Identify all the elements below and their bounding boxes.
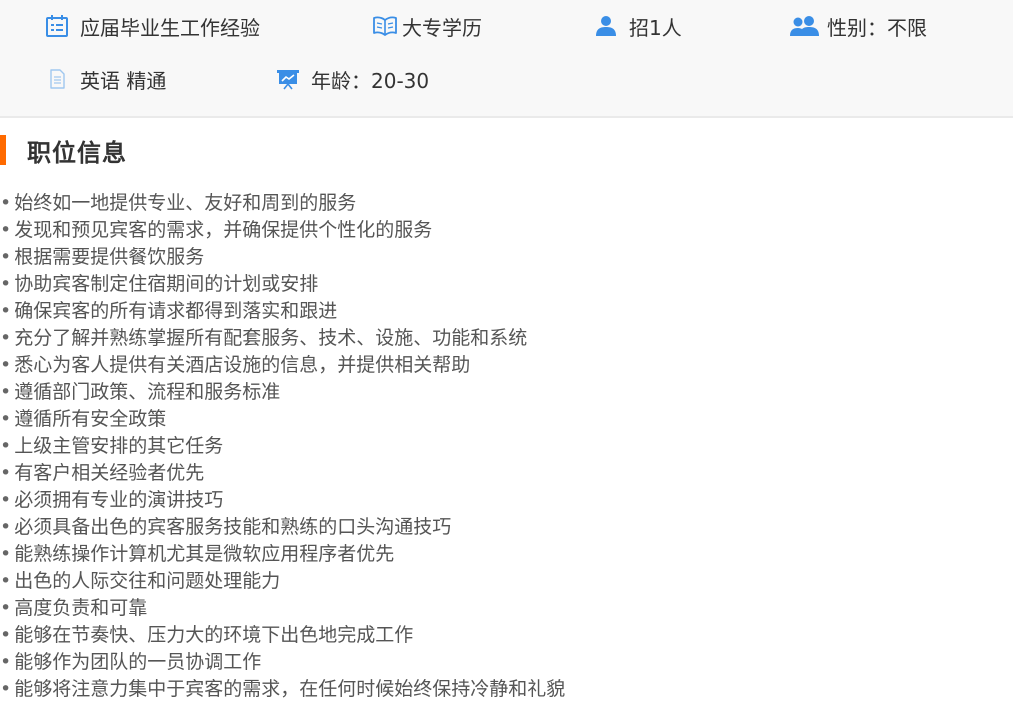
list-item: 遵循所有安全政策 <box>0 406 565 433</box>
attr-experience-text: 应届毕业生工作经验 <box>80 15 260 40</box>
person-icon <box>593 13 619 39</box>
attr-age-text: 年龄：20-30 <box>311 68 430 93</box>
list-item: 能够在节奏快、压力大的环境下出色地完成工作 <box>0 622 565 649</box>
section-heading: 职位信息 <box>0 134 127 167</box>
presentation-board-icon <box>275 66 301 92</box>
list-item: 发现和预见宾客的需求，并确保提供个性化的服务 <box>0 217 565 244</box>
people-icon <box>789 13 821 39</box>
list-item: 根据需要提供餐饮服务 <box>0 244 565 271</box>
list-item: 协助宾客制定住宿期间的计划或安排 <box>0 271 565 298</box>
attr-gender-text: 性别：不限 <box>827 15 927 40</box>
attr-headcount-text: 招1人 <box>629 15 682 40</box>
attr-education: 大专学历 <box>372 11 482 41</box>
section-title: 职位信息 <box>27 138 127 167</box>
open-book-icon <box>372 13 398 39</box>
list-item: 必须拥有专业的演讲技巧 <box>0 487 565 514</box>
list-item: 始终如一地提供专业、友好和周到的服务 <box>0 190 565 217</box>
attr-experience: 应届毕业生工作经验 <box>44 11 260 41</box>
list-item: 能够将注意力集中于宾客的需求，在任何时候始终保持冷静和礼貌 <box>0 676 565 703</box>
attr-headcount: 招1人 <box>593 11 682 41</box>
list-item: 高度负责和可靠 <box>0 595 565 622</box>
attr-language-text: 英语 精通 <box>80 68 167 93</box>
list-item: 充分了解并熟练掌握所有配套服务、技术、设施、功能和系统 <box>0 325 565 352</box>
list-item: 遵循部门政策、流程和服务标准 <box>0 379 565 406</box>
list-item: 确保宾客的所有请求都得到落实和跟进 <box>0 298 565 325</box>
list-item: 出色的人际交往和问题处理能力 <box>0 568 565 595</box>
attr-gender: 性别：不限 <box>789 11 927 41</box>
list-item: 能够作为团队的一员协调工作 <box>0 649 565 676</box>
job-attributes-panel: 应届毕业生工作经验 大专学历 招1人 性别：不限 英语 精通 年龄：20-30 <box>0 0 1013 118</box>
list-item: 上级主管安排的其它任务 <box>0 433 565 460</box>
section-accent-bar <box>0 135 6 165</box>
list-item: 能熟练操作计算机尤其是微软应用程序者优先 <box>0 541 565 568</box>
calendar-list-icon <box>44 13 70 39</box>
attr-age: 年龄：20-30 <box>275 64 429 94</box>
list-item: 必须具备出色的宾客服务技能和熟练的口头沟通技巧 <box>0 514 565 541</box>
list-item: 悉心为客人提供有关酒店设施的信息，并提供相关帮助 <box>0 352 565 379</box>
attr-language: 英语 精通 <box>44 64 166 94</box>
list-item: 有客户相关经验者优先 <box>0 460 565 487</box>
job-duties-list: 始终如一地提供专业、友好和周到的服务 发现和预见宾客的需求，并确保提供个性化的服… <box>0 190 565 703</box>
attr-education-text: 大专学历 <box>402 15 482 40</box>
document-icon <box>44 66 70 92</box>
